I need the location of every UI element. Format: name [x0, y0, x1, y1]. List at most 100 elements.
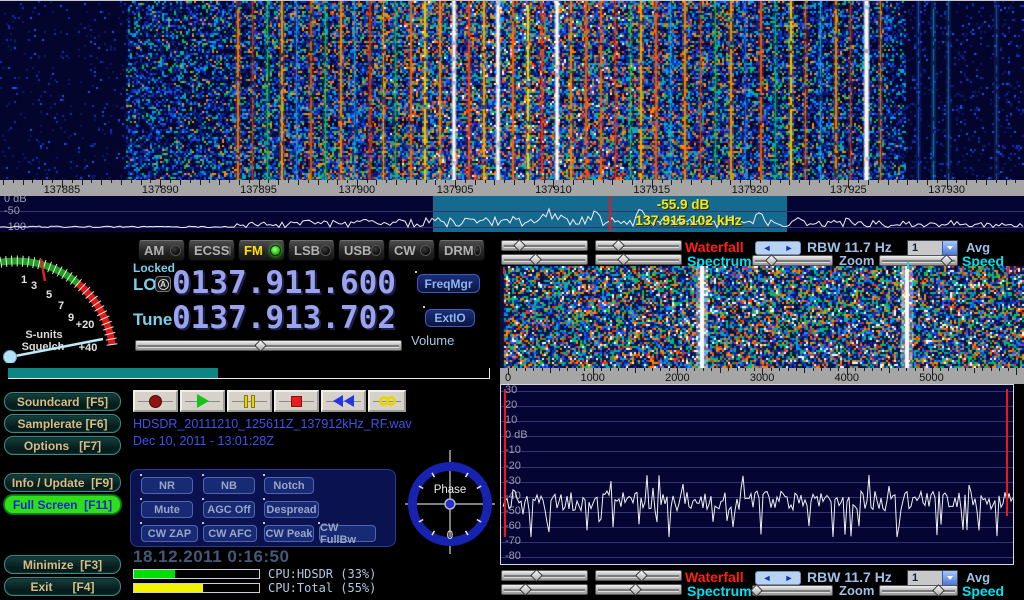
soundcard-button[interactable]: Soundcard [F5]: [4, 392, 121, 411]
mode-label: ECSS: [194, 243, 229, 258]
spectrum-range-slider[interactable]: [595, 584, 682, 595]
cw-afc-button[interactable]: CW AFC: [203, 525, 257, 542]
rf-waterfall-display[interactable]: [0, 1, 1024, 180]
rf-spectrum-display[interactable]: 0 dB -50 -100 -55.9 dB 137.915.102 kHz: [0, 196, 1024, 232]
af-filter-edge-right[interactable]: [1006, 389, 1008, 516]
wf-brightness-slider[interactable]: [501, 570, 588, 581]
phase-dial[interactable]: Phase 0: [405, 448, 495, 556]
mode-button-lsb[interactable]: LSB: [288, 240, 335, 261]
wf-brightness-slider[interactable]: [501, 240, 588, 251]
spectrum-range-slider[interactable]: [595, 254, 682, 265]
extio-button[interactable]: ExtIO: [425, 309, 475, 327]
rf-spectrum-trace: [0, 196, 1024, 232]
ruler-label: 137930: [928, 184, 965, 196]
pause-button[interactable]: [227, 390, 272, 412]
lo-locked-label: Locked: [133, 261, 175, 275]
mode-button-cw[interactable]: CW: [388, 240, 435, 261]
rewind-icon: [333, 395, 354, 407]
options-button[interactable]: Options [F7]: [4, 436, 121, 455]
slider-thumb[interactable]: [613, 239, 626, 252]
slider-thumb[interactable]: [617, 253, 630, 266]
record-button[interactable]: [133, 390, 178, 412]
ruler-label: 137910: [535, 184, 572, 196]
af-filter-edge-left[interactable]: [504, 389, 506, 537]
mode-led-icon: [371, 245, 381, 256]
spectrum-ref-slider[interactable]: [501, 254, 588, 265]
stop-button[interactable]: [274, 390, 319, 412]
speed-slider[interactable]: [879, 255, 958, 266]
minimize-button[interactable]: Minimize [F3]: [4, 555, 121, 574]
cpu-hdsdr-bar: [133, 569, 260, 579]
cw-zap-button[interactable]: CW ZAP: [141, 525, 198, 542]
mode-button-ecss[interactable]: ECSS: [188, 240, 235, 261]
despread-button[interactable]: Despread: [264, 501, 319, 518]
rewind-button[interactable]: [321, 390, 366, 412]
slider-thumb[interactable]: [519, 583, 532, 596]
slider-thumb[interactable]: [636, 569, 649, 582]
samplerate-button[interactable]: Samplerate [F6]: [4, 414, 121, 433]
mode-button-usb[interactable]: USB: [338, 240, 385, 261]
mode-led-icon: [420, 245, 431, 256]
ruler-label: 2000: [665, 372, 689, 384]
slider-thumb[interactable]: [932, 584, 945, 597]
slider-thumb[interactable]: [513, 239, 526, 252]
volume-slider-thumb[interactable]: [254, 339, 267, 352]
nb-button[interactable]: NB: [203, 477, 255, 494]
dropdown-arrow-icon[interactable]: [942, 241, 957, 255]
lo-lock-badge[interactable]: A: [155, 276, 171, 292]
info-update-button[interactable]: Info / Update [F9]: [4, 473, 121, 492]
zoom-slider[interactable]: [752, 255, 833, 266]
mute-button[interactable]: Mute: [141, 501, 193, 518]
cpu-total-fill: [134, 584, 203, 592]
rbw-increase-button[interactable]: ►: [778, 242, 800, 254]
dropdown-arrow-icon[interactable]: [942, 571, 957, 585]
freqmgr-button[interactable]: FreqMgr: [417, 274, 480, 293]
rbw-decrease-button[interactable]: ◄: [756, 242, 778, 254]
squelch-knob[interactable]: [4, 351, 17, 364]
exit-button[interactable]: Exit [F4]: [4, 577, 121, 596]
tune-frequency-display[interactable]: 0137.913.702: [172, 303, 396, 334]
slider-thumb[interactable]: [750, 584, 763, 597]
speed-slider[interactable]: [879, 585, 958, 596]
fullscreen-button[interactable]: Full Screen [F11]: [4, 495, 121, 514]
af-waterfall-display[interactable]: [500, 266, 1024, 368]
rbw-increase-button[interactable]: ►: [778, 572, 800, 584]
cw-fullbw-button[interactable]: CW FullBw: [319, 525, 376, 542]
nr-button[interactable]: NR: [141, 477, 193, 494]
mode-button-am[interactable]: AM: [138, 240, 185, 261]
wf-contrast-slider[interactable]: [595, 570, 682, 581]
spectrum-ref-slider[interactable]: [501, 584, 588, 595]
avg-dropdown[interactable]: 1: [907, 240, 958, 256]
s-meter[interactable]: 1 3 5 7 9 +20 +40 S-units Squelch: [0, 238, 125, 363]
slider-thumb[interactable]: [766, 254, 779, 267]
af-spectrum-display[interactable]: 3020100 dB-10-20-30-40-50-60-70-80: [500, 384, 1014, 565]
smeter-scale-label: 9: [68, 312, 74, 324]
spectrum-label[interactable]: Spectrum: [687, 583, 752, 599]
slider-thumb[interactable]: [940, 254, 953, 267]
zoom-slider[interactable]: [752, 585, 833, 596]
rf-frequency-ruler[interactable]: 1378851378901378951379001379051379101379…: [0, 180, 1024, 196]
freqmgr-label: FreqMgr: [425, 277, 473, 291]
af-spectrum-trace: [501, 385, 1013, 564]
slider-thumb[interactable]: [530, 569, 543, 582]
mode-label: CW: [394, 243, 416, 258]
cw-peak-button[interactable]: CW Peak: [264, 525, 314, 542]
slider-thumb[interactable]: [529, 253, 542, 266]
mode-button-fm[interactable]: FM: [238, 240, 285, 261]
wf-contrast-slider[interactable]: [595, 240, 682, 251]
cursor-frequency-readout: 137.915.102 kHz: [596, 212, 781, 228]
slider-thumb[interactable]: [629, 583, 642, 596]
notch-button[interactable]: Notch: [264, 477, 314, 494]
mode-led-icon: [229, 245, 231, 256]
volume-slider[interactable]: [135, 340, 402, 351]
avg-dropdown[interactable]: 1: [907, 570, 958, 586]
af-frequency-ruler[interactable]: 010002000300040005000: [500, 368, 1024, 384]
rbw-decrease-button[interactable]: ◄: [756, 572, 778, 584]
squelch-level-bar[interactable]: [8, 368, 490, 379]
mode-button-drm[interactable]: DRM: [438, 240, 485, 261]
lo-frequency-display[interactable]: 0137.911.600: [172, 268, 396, 299]
af-band-edge-left: [503, 267, 505, 274]
play-button[interactable]: [180, 390, 225, 412]
agc-button[interactable]: AGC Off: [203, 501, 255, 518]
loop-button[interactable]: [368, 390, 406, 412]
